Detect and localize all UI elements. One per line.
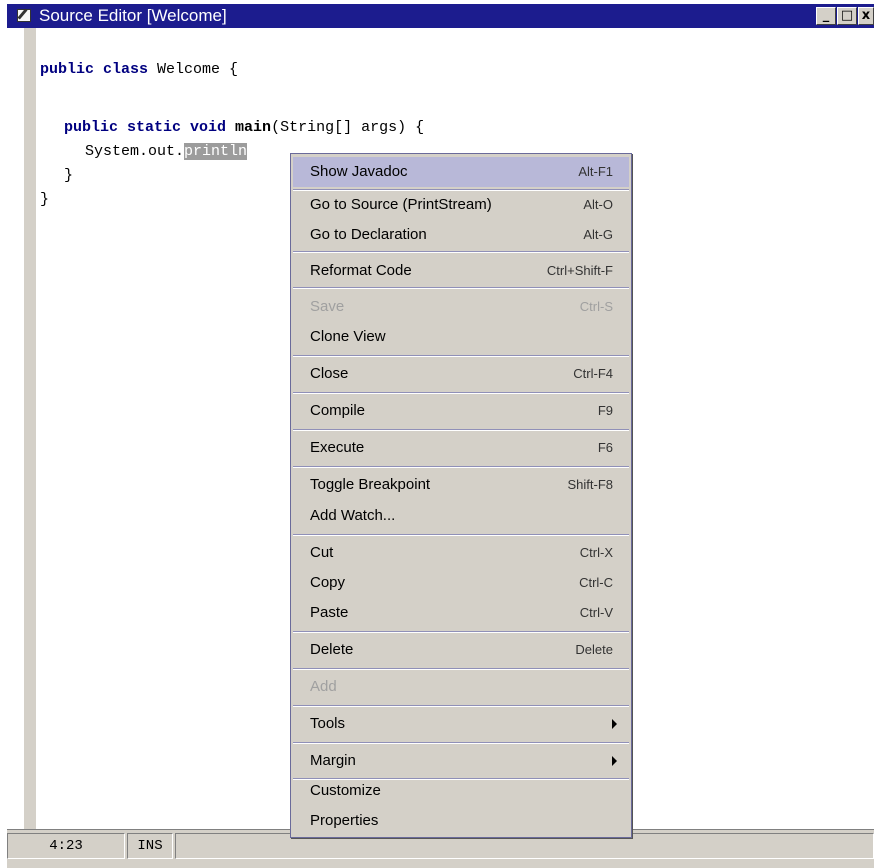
code-text: System.out.	[85, 143, 185, 160]
menu-item-label: Go to Declaration	[310, 226, 427, 243]
menu-separator	[293, 466, 629, 468]
code-line-1: public class Welcome {	[40, 58, 238, 82]
menu-item-label: Reformat Code	[310, 262, 412, 279]
menu-item-go-to-declaration[interactable]: Go to Declaration Alt-G	[293, 220, 629, 250]
menu-separator	[293, 429, 629, 431]
menu-item-label: Toggle Breakpoint	[310, 476, 431, 493]
menu-item-shortcut: F9	[597, 403, 613, 418]
editor-document-icon	[17, 9, 31, 22]
menu-item-customize[interactable]: Customize	[293, 776, 629, 806]
menu-item-save[interactable]: Save Ctrl-S	[293, 292, 629, 322]
minimize-button[interactable]: _	[816, 7, 836, 25]
menu-item-compile[interactable]: Compile F9	[293, 396, 629, 426]
menu-item-label: Cut	[310, 544, 334, 561]
menu-item-add-watch[interactable]: Add Watch...	[293, 501, 629, 531]
menu-item-label: Save	[310, 298, 345, 315]
menu-item-label: Paste	[310, 604, 349, 621]
menu-item-reformat-code[interactable]: Reformat Code Ctrl+Shift-F	[293, 256, 629, 286]
menu-item-label: Customize	[310, 782, 381, 799]
code-selection: println	[184, 143, 248, 160]
menu-separator	[293, 287, 629, 289]
menu-item-label: Delete	[310, 641, 354, 658]
menu-separator	[293, 705, 629, 707]
menu-item-label: Show Javadoc	[310, 163, 408, 180]
menu-item-go-to-source[interactable]: Go to Source (PrintStream) Alt-O	[293, 190, 629, 220]
close-button[interactable]: x	[858, 7, 874, 25]
menu-item-label: Clone View	[310, 328, 386, 345]
menu-item-label: Compile	[310, 402, 366, 419]
menu-item-label: Go to Source (PrintStream)	[310, 196, 492, 213]
menu-item-copy[interactable]: Copy Ctrl-C	[293, 568, 629, 598]
menu-separator	[293, 251, 629, 253]
menu-item-shortcut: Delete	[575, 642, 613, 657]
menu-item-shortcut: Ctrl+Shift-F	[546, 263, 613, 278]
menu-separator	[293, 668, 629, 670]
menu-item-shortcut: Shift-F8	[567, 477, 613, 492]
context-menu: Show Javadoc Alt-F1 Go to Source (PrintS…	[290, 153, 632, 838]
menu-item-shortcut: Alt-O	[583, 197, 613, 212]
menu-separator	[293, 534, 629, 536]
menu-item-label: Close	[310, 365, 349, 382]
menu-item-shortcut: Ctrl-F4	[573, 366, 613, 381]
menu-item-label: Margin	[310, 752, 356, 769]
menu-item-show-javadoc[interactable]: Show Javadoc Alt-F1	[293, 157, 629, 187]
code-line-3: public static void main(String[] args) {	[64, 116, 424, 140]
code-text: }	[40, 191, 50, 208]
code-line-4: System.out.println	[85, 140, 248, 164]
code-line-5: }	[64, 164, 73, 188]
window-title-bar[interactable]: Source Editor [Welcome] _ □ x	[0, 0, 874, 28]
menu-item-label: Copy	[310, 574, 346, 591]
menu-item-label: Add Watch...	[310, 507, 396, 524]
code-text: Welcome {	[148, 61, 239, 78]
maximize-button[interactable]: □	[837, 7, 857, 25]
menu-item-shortcut: Ctrl-S	[579, 299, 613, 314]
menu-separator	[293, 355, 629, 357]
menu-item-shortcut: F6	[597, 440, 613, 455]
submenu-arrow-icon	[612, 756, 617, 766]
menu-item-clone-view[interactable]: Clone View	[293, 322, 629, 352]
code-text: (String[] args) {	[271, 119, 425, 136]
menu-item-cut[interactable]: Cut Ctrl-X	[293, 538, 629, 568]
code-line-6: }	[40, 188, 49, 212]
menu-item-label: Add	[310, 678, 337, 695]
window-title: Source Editor [Welcome]	[39, 6, 227, 25]
editor-gutter[interactable]	[24, 28, 36, 829]
menu-separator	[293, 631, 629, 633]
menu-item-properties[interactable]: Properties	[293, 806, 629, 836]
code-keyword: public class	[40, 61, 149, 78]
submenu-arrow-icon	[612, 719, 617, 729]
menu-item-shortcut: Ctrl-V	[579, 605, 613, 620]
menu-item-shortcut: Ctrl-X	[579, 545, 613, 560]
menu-item-label: Execute	[310, 439, 365, 456]
code-keyword: public static void	[64, 119, 227, 136]
insert-mode-indicator[interactable]: INS	[127, 833, 173, 859]
menu-separator	[293, 392, 629, 394]
menu-item-add[interactable]: Add	[293, 672, 629, 702]
menu-item-margin[interactable]: Margin	[293, 746, 629, 776]
menu-item-paste[interactable]: Paste Ctrl-V	[293, 598, 629, 628]
menu-item-close[interactable]: Close Ctrl-F4	[293, 359, 629, 389]
title-bar-background: Source Editor [Welcome] _ □ x	[7, 4, 874, 28]
menu-separator	[293, 742, 629, 744]
menu-item-label: Properties	[310, 812, 379, 829]
menu-item-toggle-breakpoint[interactable]: Toggle Breakpoint Shift-F8	[293, 470, 629, 500]
menu-item-execute[interactable]: Execute F6	[293, 433, 629, 463]
menu-item-tools[interactable]: Tools	[293, 709, 629, 739]
menu-item-delete[interactable]: Delete Delete	[293, 635, 629, 665]
cursor-position: 4:23	[7, 833, 125, 859]
code-text: }	[64, 167, 74, 184]
menu-item-shortcut: Alt-F1	[578, 164, 613, 179]
menu-item-shortcut: Ctrl-C	[579, 575, 613, 590]
code-method-name: main	[235, 119, 272, 136]
menu-item-shortcut: Alt-G	[583, 227, 613, 242]
menu-item-label: Tools	[310, 715, 346, 732]
